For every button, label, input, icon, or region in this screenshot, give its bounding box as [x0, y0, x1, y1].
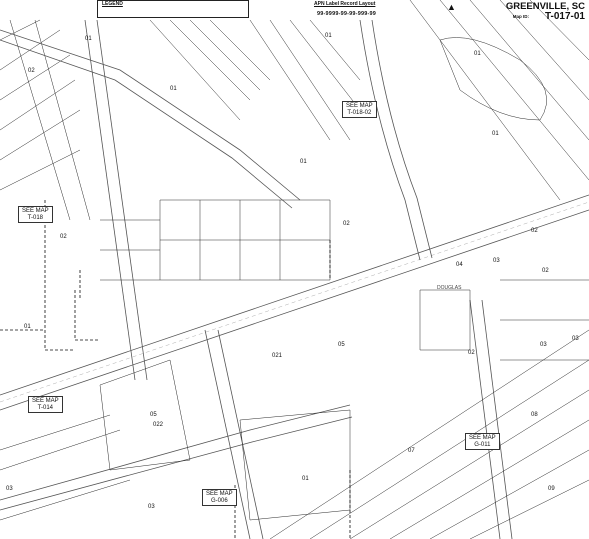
svg-text:01: 01 — [325, 33, 332, 39]
map-id: T-017-01 — [544, 11, 585, 22]
see-map-label: SEE MAP G-011 — [465, 433, 500, 450]
legend-title: LEGEND — [102, 1, 123, 7]
parcel-map: 01 02 01 01 01 02 01 01 01 05 05 07 01 0… — [0, 0, 589, 539]
see-map-label: SEE MAP G-006 — [202, 489, 237, 506]
svg-text:03: 03 — [540, 342, 547, 348]
svg-text:01: 01 — [85, 36, 92, 42]
see-map-label: SEE MAP T-014 — [28, 396, 63, 413]
svg-text:DOUGLAS: DOUGLAS — [437, 285, 462, 291]
svg-text:02: 02 — [531, 228, 538, 234]
svg-text:03: 03 — [6, 486, 13, 492]
svg-text:02: 02 — [60, 234, 67, 240]
svg-text:04: 04 — [456, 262, 463, 268]
map-canvas: 01 02 01 01 01 02 01 01 01 05 05 07 01 0… — [0, 0, 589, 539]
svg-text:03: 03 — [572, 336, 579, 342]
svg-text:01: 01 — [474, 51, 481, 57]
svg-text:02: 02 — [542, 268, 549, 274]
see-map-label: SEE MAP T-018 — [18, 206, 53, 223]
svg-text:07: 07 — [408, 448, 415, 454]
svg-text:01: 01 — [24, 324, 31, 330]
svg-text:02: 02 — [468, 350, 475, 356]
svg-text:09: 09 — [548, 486, 555, 492]
see-map-label: SEE MAP T-018-02 — [342, 101, 377, 118]
svg-text:02: 02 — [28, 68, 35, 74]
svg-text:021: 021 — [272, 353, 283, 359]
svg-text:05: 05 — [150, 412, 157, 418]
svg-text:01: 01 — [492, 131, 499, 137]
svg-text:01: 01 — [170, 86, 177, 92]
north-arrow-icon: ▲ — [447, 2, 456, 12]
svg-text:03: 03 — [493, 258, 500, 264]
apn-layout-title: APN Label Record Layout — [314, 1, 376, 7]
svg-text:05: 05 — [338, 342, 345, 348]
svg-text:01: 01 — [300, 159, 307, 165]
apn-example: 99-9999-99-99-999-99 — [317, 11, 377, 17]
svg-text:01: 01 — [302, 476, 309, 482]
svg-text:022: 022 — [153, 422, 164, 428]
svg-text:08: 08 — [531, 412, 538, 418]
svg-text:03: 03 — [148, 504, 155, 510]
map-id-label: Map ID: — [512, 14, 529, 19]
svg-text:02: 02 — [343, 221, 350, 227]
